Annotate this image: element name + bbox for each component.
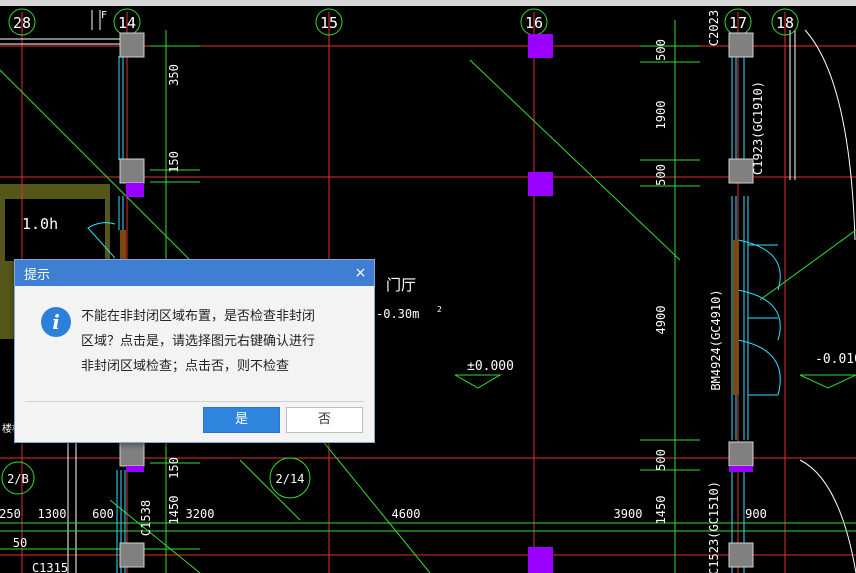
dim-bottom-6: 3900: [614, 507, 643, 521]
prompt-dialog: 提示 × i 不能在非封闭区域布置，是否检查非封闭 区域？点击是，请选择图元右键…: [14, 259, 375, 443]
dim-bottom-2: 1300: [38, 507, 67, 521]
message-line-3: 非封闭区域检查；点击否，则不检查: [81, 359, 290, 374]
f-mark: F: [101, 10, 107, 21]
yes-button[interactable]: 是: [203, 407, 280, 433]
dim-bottom-1: 250: [0, 507, 21, 521]
sub-axis-label-2: 2/14: [276, 472, 305, 486]
level-main-label: ±0.000: [467, 359, 514, 374]
grid-label-3: 15: [320, 14, 338, 32]
dialog-title: 提示: [24, 268, 51, 283]
dim-v-right-6: 1450: [654, 496, 668, 525]
dim-v-left-2: 150: [167, 151, 181, 173]
dim-v-left-3: 150: [167, 457, 181, 479]
close-icon[interactable]: ×: [347, 260, 374, 286]
dim-v-left-1: 350: [167, 64, 181, 86]
grid-label-6: 18: [776, 14, 794, 32]
dim-bottom-7: 900: [745, 507, 767, 521]
dim-v-right-5: 500: [654, 449, 668, 471]
dim-v-right-3: 500: [654, 164, 668, 186]
room-label: 门厅: [386, 276, 416, 294]
window-label-6: C1315: [32, 561, 68, 573]
window-label-5: C1538: [139, 500, 153, 536]
window-label-1: C2023: [707, 10, 721, 46]
dim-bottom-5: 4600: [392, 507, 421, 521]
grid-label-2: 14: [118, 14, 136, 32]
fire-rating-label: 1.0h: [22, 215, 58, 233]
dim-v-left-4: 1450: [167, 496, 181, 525]
grid-label-5: 17: [729, 14, 747, 32]
sub-axis-label-1: 2/B: [7, 472, 29, 486]
message-line-2: 区域？点击是，请选择图元右键确认进行: [81, 334, 316, 349]
info-icon: i: [41, 307, 71, 337]
dialog-message: 不能在非封闭区域布置，是否检查非封闭 区域？点击是，请选择图元右键确认进行 非封…: [81, 304, 351, 379]
small-mark: 2: [437, 305, 442, 314]
dialog-separator: [25, 401, 364, 402]
dialog-header: 提示 ×: [15, 260, 374, 286]
no-button[interactable]: 否: [286, 407, 363, 433]
level-room-label: -0.30m: [376, 307, 419, 321]
grid-label-4: 16: [525, 14, 543, 32]
message-line-1: 不能在非封闭区域布置，是否检查非封闭: [81, 309, 316, 324]
toolbar-edge: [0, 0, 856, 6]
window-label-2: C1923(GC1910): [751, 81, 765, 175]
dim-bottom-4: 3200: [186, 507, 215, 521]
dim-v-right-4: 4900: [654, 306, 668, 335]
dim-bottom-8: 50: [13, 536, 27, 550]
dim-bottom-3: 600: [92, 507, 114, 521]
level-right-label: -0.010: [815, 352, 856, 367]
dim-v-right-1: 500: [654, 39, 668, 61]
window-label-4: C1523(GC1510): [707, 481, 721, 573]
window-label-3: BM4924(GC4910): [709, 289, 723, 390]
dim-v-right-2: 1900: [654, 101, 668, 130]
grid-label-1: 28: [13, 14, 31, 32]
